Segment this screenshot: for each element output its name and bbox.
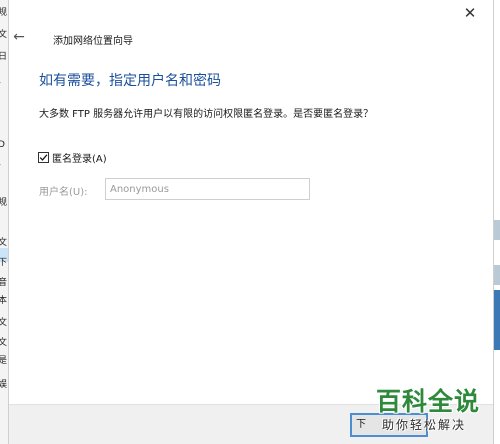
page-heading: 如有需要，指定用户名和密码 xyxy=(39,73,221,89)
username-input[interactable] xyxy=(105,178,310,200)
background-glyph: 本 xyxy=(0,296,7,306)
back-button[interactable]: ← xyxy=(11,29,27,45)
arrow-left-icon: ← xyxy=(13,29,25,45)
add-network-location-wizard: ✕ ← 添加网络位置向导 如有需要，指定用户名和密码 大多数 FTP 服务器允许… xyxy=(8,0,494,444)
anonymous-login-checkbox[interactable]: 匿名登录(A) xyxy=(38,150,107,165)
watermark-main-text: 百科全说 xyxy=(376,387,481,416)
background-glyph: 规 xyxy=(0,8,7,18)
background-glyph: 文 xyxy=(0,30,7,40)
background-band xyxy=(494,265,500,285)
watermark-logo: 百科全说 助你轻松解决 xyxy=(366,380,496,440)
page-description: 大多数 FTP 服务器允许用户以有限的访问权限匿名登录。是否要匿名登录？ xyxy=(39,109,374,120)
anonymous-login-label: 匿名登录(A) xyxy=(52,154,107,165)
background-glyph: i xyxy=(0,185,1,195)
background-glyph: 是 xyxy=(0,356,7,366)
username-label: 用户名(U): xyxy=(39,187,88,198)
background-window-right xyxy=(494,0,500,444)
background-glyph: 文 xyxy=(0,318,7,328)
background-glyph: 文 xyxy=(0,238,7,248)
background-glyph: 音 xyxy=(0,278,7,288)
background-glyph: 娱 xyxy=(0,380,7,390)
watermark-sub-text: 助你轻松解决 xyxy=(382,418,467,432)
background-band xyxy=(494,220,500,240)
background-band xyxy=(494,290,500,350)
background-glyph: 下 xyxy=(0,258,7,268)
checkbox-checked-icon[interactable] xyxy=(38,152,49,163)
screen: 规 文 日 ł D ł i 规 文 下 音 本 文 文 是 娱 ✕ ← 添加网络… xyxy=(0,0,500,444)
background-glyph: 规 xyxy=(0,198,7,208)
background-glyph: ł xyxy=(0,80,1,90)
wizard-title: 添加网络位置向导 xyxy=(53,36,133,47)
background-glyph: 文 xyxy=(0,338,7,348)
close-button[interactable]: ✕ xyxy=(461,4,479,22)
background-glyph: ł xyxy=(0,162,1,172)
background-glyph: D xyxy=(0,140,5,150)
background-glyph: 日 xyxy=(0,52,7,62)
close-icon: ✕ xyxy=(463,4,477,22)
